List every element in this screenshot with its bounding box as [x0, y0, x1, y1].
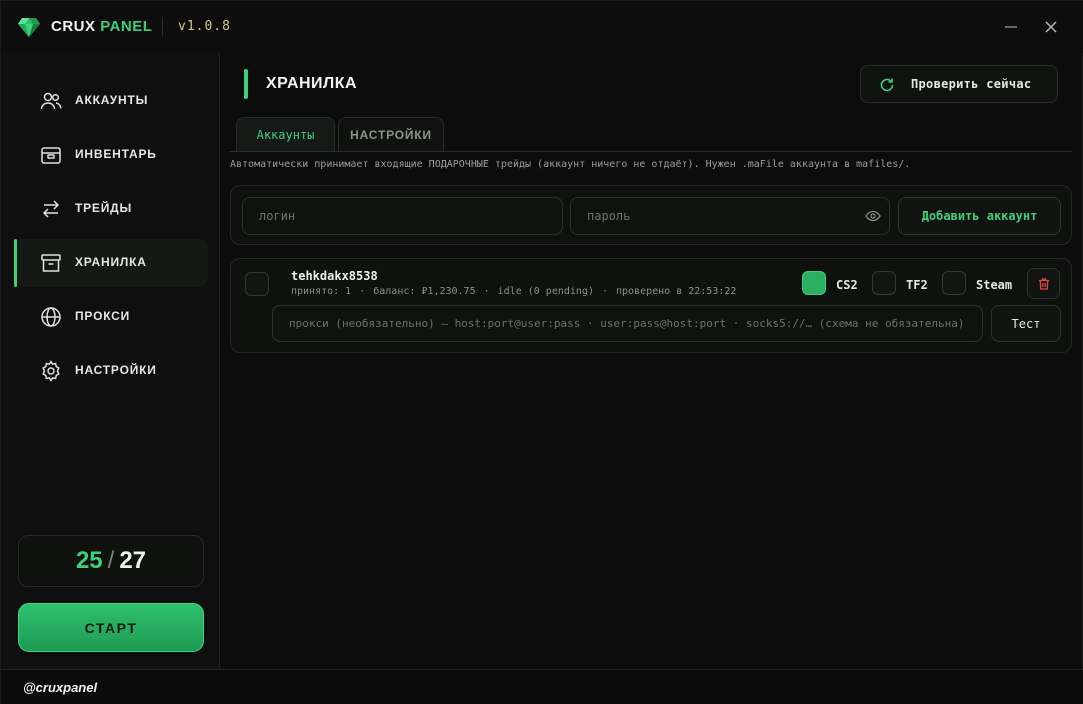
gear-icon [42, 360, 60, 382]
close-button[interactable] [1039, 15, 1063, 39]
sidebar-item-settings[interactable]: НАСТРОЙКИ [14, 347, 208, 395]
close-icon [1045, 21, 1057, 33]
sidebar-item-label: ХРАНИЛКА [75, 255, 147, 269]
game-label-tf2: TF2 [906, 278, 928, 292]
emerald-gem-icon [18, 18, 40, 37]
sidebar-item-label: ТРЕЙДЫ [75, 201, 133, 215]
brand-title: CRUX PANEL [51, 18, 152, 35]
counter-total: 27 [119, 547, 147, 574]
inventory-icon [41, 147, 61, 164]
sidebar-item-trades[interactable]: ТРЕЙДЫ [14, 185, 208, 233]
game-label-cs2: CS2 [836, 278, 858, 292]
brand-main: CRUX [51, 18, 96, 35]
sidebar-item-storage[interactable]: ХРАНИЛКА [14, 239, 208, 287]
game-toggle-cs2[interactable] [802, 271, 826, 295]
login-input[interactable] [242, 197, 563, 235]
trash-icon [1038, 277, 1049, 290]
account-card: tehkdakx8538 принято: 1 · баланс: ₽1,230.7… [230, 258, 1072, 353]
sidebar-item-inventory[interactable]: ИНВЕНТАРЬ [14, 131, 208, 179]
title-bar: CRUX PANEL v1.0.8 [1, 1, 1083, 53]
tab-accounts[interactable]: Аккаунты [236, 117, 335, 151]
sidebar-item-label: ИНВЕНТАРЬ [75, 147, 157, 161]
account-counter: 25/27 [18, 535, 204, 587]
minimize-icon [1005, 26, 1017, 28]
page-title: ХРАНИЛКА [266, 75, 358, 92]
game-label-steam: Steam [976, 278, 1013, 292]
sidebar-item-label: ПРОКСИ [75, 309, 131, 323]
eye-icon[interactable] [865, 208, 881, 224]
account-balance: баланс: ₽1,230.75 [373, 286, 476, 297]
globe-icon [41, 307, 61, 327]
users-icon [40, 92, 62, 110]
archive-box-icon [41, 254, 61, 272]
account-checked-time: проверено в 22:53:22 [616, 286, 737, 297]
swap-arrows-icon [42, 200, 60, 218]
start-button[interactable]: СТАРТ [18, 603, 204, 652]
minimize-button[interactable] [999, 15, 1023, 39]
footer-handle: @cruxpanel [23, 680, 98, 695]
meta-dot: · [359, 286, 366, 297]
game-toggle-tf2[interactable] [872, 271, 896, 295]
sidebar-item-label: НАСТРОЙКИ [75, 363, 157, 377]
hint-text: Автоматически принимает входящие ПОДАРОЧ… [230, 159, 911, 170]
test-proxy-button[interactable]: Тест [991, 305, 1061, 342]
account-meta: принято: 1 · баланс: ₽1,230.75 · idle (0 pen… [291, 286, 736, 297]
sidebar-item-label: АККАУНТЫ [75, 93, 149, 107]
meta-dot: · [483, 286, 490, 297]
password-input[interactable] [570, 197, 890, 235]
version-label: v1.0.8 [178, 19, 231, 34]
game-toggle-steam[interactable] [942, 271, 966, 295]
account-accepted: принято: 1 [291, 286, 352, 297]
counter-current: 25 [75, 547, 103, 574]
tab-divider [229, 151, 1072, 152]
account-name: tehkdakx8538 [291, 269, 378, 283]
meta-dot: · [601, 286, 608, 297]
title-divider [162, 17, 163, 37]
refresh-icon [880, 78, 894, 92]
tab-settings[interactable]: НАСТРОЙКИ [338, 117, 444, 151]
account-status: idle (0 pending) [497, 286, 594, 297]
proxy-input[interactable] [272, 305, 983, 342]
page-title-accent [244, 69, 248, 99]
sidebar: АККАУНТЫ ИНВЕНТАРЬ ТРЕЙДЫ ХРАНИЛКА ПРОКС… [1, 53, 220, 669]
footer: @cruxpanel [1, 669, 1083, 704]
sidebar-item-accounts[interactable]: АККАУНТЫ [14, 77, 208, 125]
app-window: CRUX PANEL v1.0.8 АККАУНТЫ ИНВЕНТАРЬ ТРЕ… [0, 0, 1083, 704]
add-account-button[interactable]: Добавить аккаунт [898, 197, 1061, 235]
delete-account-button[interactable] [1027, 268, 1060, 299]
check-now-label: Проверить сейчас [911, 77, 1032, 91]
check-now-button[interactable]: Проверить сейчас [860, 65, 1058, 103]
counter-separator: / [107, 547, 115, 574]
account-select-checkbox[interactable] [245, 272, 269, 296]
add-account-panel: Добавить аккаунт [230, 185, 1072, 245]
brand-accent: PANEL [100, 18, 153, 35]
sidebar-item-proxy[interactable]: ПРОКСИ [14, 293, 208, 341]
